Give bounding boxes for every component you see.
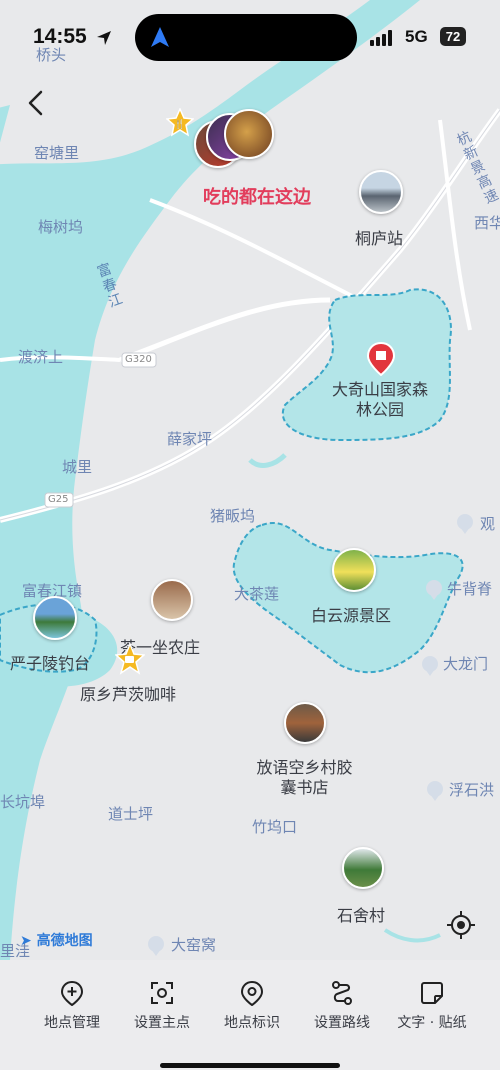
shishecun-photo[interactable]: [342, 847, 384, 889]
map-marker-icon: [427, 781, 443, 801]
brand-arrow-icon: ➤: [20, 933, 32, 949]
chayizuo-photo[interactable]: [151, 579, 193, 621]
bookstore-photo[interactable]: [284, 702, 326, 744]
dynamic-island: [135, 14, 357, 61]
yanziling-photo[interactable]: [33, 596, 77, 640]
locate-me-icon[interactable]: [446, 910, 476, 940]
station-photo[interactable]: [359, 170, 403, 214]
scenic-pin-icon[interactable]: [367, 342, 395, 376]
place-label-daoshiping: 道士坪: [108, 805, 154, 823]
tool-label: 设置主点: [134, 1015, 190, 1031]
map-marker-icon: [148, 936, 164, 956]
place-label-dachalian: 大茶莲: [234, 585, 280, 603]
food-photo-3[interactable]: [224, 109, 274, 159]
map-brand-logo: ➤ 高德地图: [20, 930, 93, 950]
place-label-niubeijing: 牛背脊: [447, 580, 493, 598]
place-label-xinan: 西华: [474, 214, 500, 232]
bottom-toolbar: 地点管理 设置主点 地点标识 设置路线 文字 · 贴纸: [0, 960, 500, 1070]
tool-label: 文字 · 贴纸: [397, 1015, 467, 1031]
place-label-fushihong: 浮石洪: [449, 781, 495, 799]
place-label-zhubanwu: 猪畈坞: [210, 507, 256, 525]
road-label-g320: G320: [125, 354, 152, 365]
tool-set-main-point[interactable]: 设置主点: [117, 980, 207, 1032]
map-marker-icon: [426, 580, 442, 600]
location-pin-icon: [240, 980, 264, 1006]
cafe-star-icon[interactable]: [115, 643, 145, 675]
place-label-changkengbu: 长坑埠: [0, 793, 46, 811]
back-icon[interactable]: [22, 88, 52, 118]
pin-add-icon: [60, 980, 84, 1006]
focus-point-icon: [151, 982, 173, 1004]
poi-label-fangyu[interactable]: 放语空乡村胶囊书店: [252, 758, 357, 798]
place-label-xuejiaping: 薛家坪: [167, 430, 213, 448]
brand-text: 高德地图: [36, 933, 93, 949]
poi-label-daqishan[interactable]: 大奇山国家森林公园: [330, 380, 430, 420]
tool-label: 地点管理: [44, 1015, 100, 1031]
map-marker-icon: [457, 514, 473, 534]
battery-indicator: 72: [440, 27, 466, 46]
poi-label-yuanxiang[interactable]: 原乡芦茨咖啡: [80, 681, 176, 705]
place-label-dayaowo: 大窑窝: [171, 936, 217, 954]
place-label-meishuwu: 梅树坞: [38, 218, 84, 236]
place-label-guan: 观: [480, 515, 496, 533]
place-label-duji: 渡济上: [18, 348, 64, 366]
place-label-dalongmen: 大龙门: [443, 655, 489, 673]
signal-icon: [370, 30, 392, 46]
tool-location-manage[interactable]: 地点管理: [27, 980, 117, 1032]
poi-label-tonglu-station[interactable]: 桐庐站: [355, 225, 403, 249]
route-icon: [332, 981, 352, 1005]
battery-level: 72: [445, 29, 461, 44]
status-time: 14:55: [33, 25, 87, 48]
tool-label: 地点标识: [224, 1015, 280, 1031]
navigation-arrow-icon: [151, 27, 169, 47]
network-type: 5G: [405, 27, 428, 46]
food-star-icon[interactable]: 🍴: [166, 108, 194, 138]
poi-label-shishecun[interactable]: 石舍村: [337, 902, 385, 926]
tool-location-mark[interactable]: 地点标识: [207, 980, 297, 1032]
baiyunyuan-photo[interactable]: [332, 548, 376, 592]
sticker-icon: [421, 982, 443, 1004]
location-arrow-icon: [97, 31, 111, 45]
home-indicator: [160, 1063, 340, 1068]
poi-label-baiyunyuan[interactable]: 白云源景区: [311, 602, 391, 626]
tool-set-route[interactable]: 设置路线: [297, 980, 387, 1032]
svg-text:🍴: 🍴: [174, 118, 185, 130]
tool-text-sticker[interactable]: 文字 · 贴纸: [387, 980, 477, 1032]
poi-label-food-cluster[interactable]: 吃的都在这边: [203, 183, 311, 209]
map-marker-icon: [422, 656, 438, 676]
place-label-chengli: 城里: [62, 458, 93, 476]
road-label-g25: G25: [48, 494, 69, 505]
tool-label: 设置路线: [314, 1015, 370, 1031]
map-canvas[interactable]: G320 G25 桥头 窑塘里 梅树坞 渡济上 薛家坪 城里 猪畈坞 观 富春江…: [0, 0, 500, 960]
place-label-yaotangli: 窑塘里: [34, 144, 80, 162]
status-bar: 14:55 5G 72: [0, 0, 500, 75]
place-label-zhuwukou: 竹坞口: [252, 818, 298, 836]
poi-label-yanziling[interactable]: 严子陵钓台: [10, 650, 90, 674]
